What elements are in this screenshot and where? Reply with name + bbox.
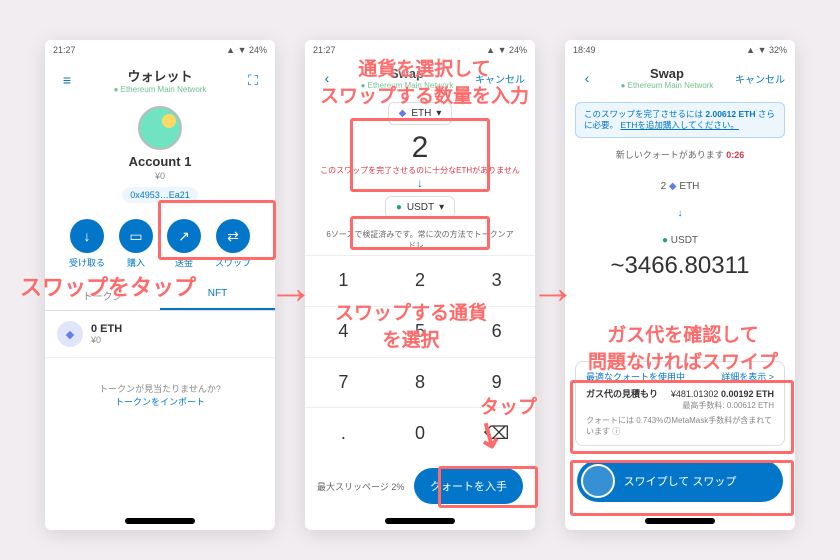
scan-icon[interactable]: ⛶ bbox=[241, 72, 265, 89]
buy-label: 購入 bbox=[127, 258, 145, 268]
slippage-label[interactable]: 最大スリッページ 2% bbox=[317, 480, 404, 493]
back-icon[interactable]: ‹ bbox=[575, 70, 599, 86]
key-7[interactable]: 7 bbox=[305, 357, 382, 408]
page-title: Swap bbox=[599, 66, 735, 81]
annot-box-cta bbox=[438, 466, 538, 508]
to-token-label: USDT bbox=[407, 202, 434, 213]
annot-box-to bbox=[350, 216, 490, 250]
statusbar: 18:49 ▲ ▼ 32% bbox=[565, 40, 795, 60]
from-amount: 2 ◆ ETH bbox=[565, 181, 795, 192]
arrow-1: → bbox=[268, 260, 314, 314]
key-0[interactable]: 0 bbox=[382, 407, 459, 458]
annot-box-swipe bbox=[570, 460, 794, 516]
buy-eth-link[interactable]: ETHを追加購入してください。 bbox=[620, 120, 739, 130]
buy-button[interactable]: ▭購入 bbox=[119, 219, 153, 269]
usdt-icon: ● bbox=[396, 202, 402, 213]
network-label[interactable]: ● Ethereum Main Network bbox=[79, 85, 241, 94]
token-row-eth[interactable]: ◆ 0 ETH ¥0 bbox=[45, 311, 275, 358]
empty-text: トークンが見当たりませんか? bbox=[45, 382, 275, 395]
eth-icon: ◆ bbox=[57, 321, 83, 347]
annot-box-gas bbox=[570, 380, 794, 454]
insufficient-banner: このスワップを完了させるには 2.00612 ETH さらに必要。 ETHを追加… bbox=[575, 102, 785, 138]
chevron-down-icon: ▾ bbox=[439, 202, 444, 213]
topbar: ≡ ウォレット ● Ethereum Main Network ⛶ bbox=[45, 60, 275, 100]
account-name[interactable]: Account 1 bbox=[45, 154, 275, 169]
annot-2-top: 通貨を選択して スワップする数量を入力 bbox=[320, 54, 529, 108]
topbar: ‹ Swap● Ethereum Main Network キャンセル bbox=[565, 60, 795, 96]
key-8[interactable]: 8 bbox=[382, 357, 459, 408]
menu-icon[interactable]: ≡ bbox=[55, 72, 79, 88]
page-title: ウォレット bbox=[79, 66, 241, 85]
status-time: 18:49 bbox=[573, 45, 596, 55]
quote-timer: 新しいクォートがあります 0:26 bbox=[565, 148, 795, 161]
avatar[interactable] bbox=[138, 106, 182, 150]
nav-handle[interactable] bbox=[125, 518, 195, 524]
nav-handle[interactable] bbox=[385, 518, 455, 524]
to-token: ● USDT bbox=[565, 235, 795, 246]
annot-2-mid: スワップする通貨 を選択 bbox=[335, 298, 487, 352]
arrow-2: → bbox=[530, 260, 576, 314]
import-token-link[interactable]: トークンをインポート bbox=[45, 395, 275, 408]
phone-swap-input: 21:27 ▲ ▼ 24% ‹ Swap● Ethereum Main Netw… bbox=[305, 40, 535, 530]
cancel-button[interactable]: キャンセル bbox=[735, 71, 785, 86]
phone-swap-confirm: 18:49 ▲ ▼ 32% ‹ Swap● Ethereum Main Netw… bbox=[565, 40, 795, 530]
annot-box-swap bbox=[158, 200, 276, 260]
annot-1: スワップをタップ bbox=[20, 270, 196, 302]
annot-box-from bbox=[350, 118, 490, 192]
nav-handle[interactable] bbox=[645, 518, 715, 524]
status-time: 21:27 bbox=[53, 45, 76, 55]
annot-3: ガス代を確認して 問題なければスワイプ bbox=[588, 320, 778, 374]
token-sub: ¥0 bbox=[91, 335, 122, 345]
statusbar: 21:27 ▲ ▼ 24% bbox=[45, 40, 275, 60]
token-name: 0 ETH bbox=[91, 323, 122, 335]
empty-state: トークンが見当たりませんか? トークンをインポート bbox=[45, 382, 275, 408]
result-amount: ~3466.80311 bbox=[565, 252, 795, 280]
swap-arrow-icon: ↓ bbox=[565, 208, 795, 219]
receive-button[interactable]: ↓受け取る bbox=[69, 219, 105, 269]
account-balance: ¥0 bbox=[45, 171, 275, 181]
status-right: ▲ ▼ 24% bbox=[226, 45, 267, 55]
network-label: ● Ethereum Main Network bbox=[599, 81, 735, 90]
receive-label: 受け取る bbox=[69, 258, 105, 268]
status-right: ▲ ▼ 32% bbox=[746, 45, 787, 55]
key-dot[interactable]: . bbox=[305, 407, 382, 458]
